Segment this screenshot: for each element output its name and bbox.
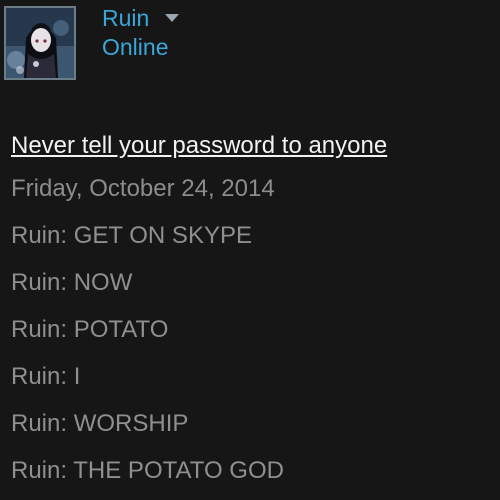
chat-message: Ruin: GET ON SKYPE xyxy=(11,222,252,249)
security-warning-link[interactable]: Never tell your password to anyone xyxy=(11,130,500,164)
chat-message: Ruin: I xyxy=(11,363,81,390)
profile-header: Ruin Online xyxy=(0,0,500,100)
chat-message: Ruin: WORSHIP xyxy=(11,410,189,437)
user-name-row[interactable]: Ruin xyxy=(102,4,180,32)
chat-message: Ruin: THE POTATO GOD xyxy=(11,457,284,484)
user-name[interactable]: Ruin xyxy=(102,4,149,32)
chat-log: Never tell your password to anyone Frida… xyxy=(11,130,500,486)
chat-message: Ruin: POTATO xyxy=(11,316,169,343)
chat-message: Ruin: NOW xyxy=(11,269,133,296)
avatar-image xyxy=(6,8,74,78)
avatar[interactable] xyxy=(4,6,76,80)
user-status: Online xyxy=(102,34,169,60)
chat-date: Friday, October 24, 2014 xyxy=(11,175,275,202)
chevron-down-icon[interactable] xyxy=(165,14,180,22)
